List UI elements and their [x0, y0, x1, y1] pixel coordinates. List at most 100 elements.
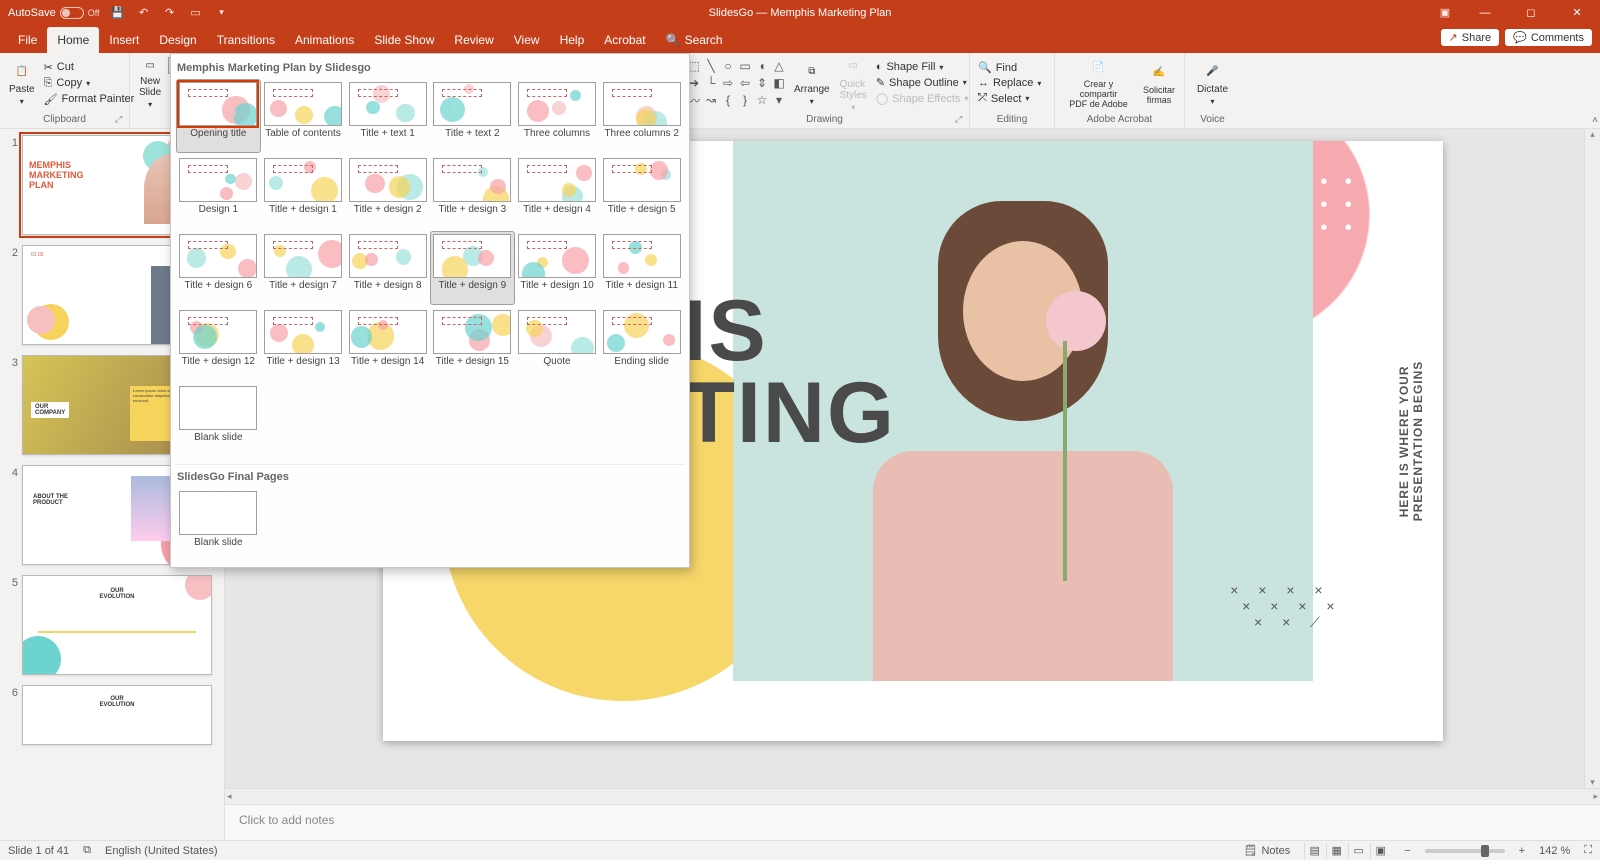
- paste-button[interactable]: 📋 Paste ▾: [6, 55, 38, 111]
- new-slide-button[interactable]: ▭ New Slide ▾: [136, 55, 164, 111]
- quick-styles-button[interactable]: ▭Quick Styles▾: [837, 53, 870, 114]
- zoom-out-button[interactable]: −: [1404, 845, 1410, 857]
- menu-design[interactable]: Design: [149, 27, 206, 53]
- close-button[interactable]: ✕: [1554, 0, 1600, 25]
- menu-home[interactable]: Home: [47, 27, 99, 53]
- zoom-slider[interactable]: [1425, 849, 1505, 853]
- shape-oval-icon[interactable]: ○: [720, 58, 736, 74]
- layout-option[interactable]: Title + design 13: [262, 308, 345, 380]
- shape-gallery[interactable]: ⬚ ╲ ○ ▭ ◖ △ ➔ └ ⇨ ⇦ ⇕ ◧ 〰 ↝ { } ☆ ▾: [686, 58, 787, 108]
- menu-help[interactable]: Help: [550, 27, 595, 53]
- zoom-level[interactable]: 142 %: [1539, 845, 1570, 857]
- menu-slideshow[interactable]: Slide Show: [364, 27, 444, 53]
- fit-to-window-button[interactable]: ⛶: [1584, 844, 1592, 857]
- shape-cube-icon[interactable]: ◧: [771, 75, 787, 91]
- menu-file[interactable]: File: [8, 27, 47, 53]
- layout-option[interactable]: Design 1: [177, 156, 260, 228]
- zoom-thumb[interactable]: [1481, 845, 1489, 857]
- comments-button[interactable]: 💬 Comments: [1505, 29, 1592, 46]
- notes-toggle-button[interactable]: 🗒Notes: [1244, 844, 1291, 857]
- language-indicator[interactable]: English (United States): [105, 845, 218, 857]
- layout-option[interactable]: Title + text 2: [431, 80, 514, 152]
- cut-button[interactable]: ✂Cut: [42, 60, 137, 75]
- layout-option[interactable]: Title + design 3: [431, 156, 514, 228]
- display-options-icon[interactable]: ▣: [1428, 5, 1462, 21]
- save-icon[interactable]: 💾: [110, 5, 126, 21]
- normal-view-button[interactable]: ▤: [1304, 843, 1324, 859]
- autosave-toggle[interactable]: AutoSave Off: [8, 7, 100, 19]
- redo-icon[interactable]: ↷: [162, 5, 178, 21]
- copy-button[interactable]: ⎘Copy▾: [42, 76, 137, 91]
- share-button[interactable]: ↗ Share: [1441, 29, 1500, 46]
- shape-elbow-icon[interactable]: └: [703, 75, 719, 91]
- find-button[interactable]: 🔍Find: [976, 60, 1048, 75]
- layout-option[interactable]: Title + design 8: [346, 232, 429, 304]
- minimize-button[interactable]: —: [1462, 0, 1508, 25]
- layout-option[interactable]: Title + design 10: [516, 232, 599, 304]
- shape-fill-button[interactable]: ◐Shape Fill ▾: [874, 60, 971, 74]
- layout-option[interactable]: Table of contents: [262, 80, 345, 152]
- adobe-sign-button[interactable]: ✍Solicitar firmas: [1140, 55, 1178, 111]
- sorter-view-button[interactable]: ▦: [1326, 843, 1346, 859]
- layout-option[interactable]: Title + design 5: [600, 156, 683, 228]
- shape-brace-icon[interactable]: {: [720, 92, 736, 108]
- layout-option[interactable]: Title + design 2: [346, 156, 429, 228]
- layout-option[interactable]: Title + design 11: [600, 232, 683, 304]
- collapse-ribbon-button[interactable]: ˄: [1592, 115, 1598, 126]
- menu-animations[interactable]: Animations: [285, 27, 364, 53]
- dictate-button[interactable]: 🎤Dictate▾: [1191, 55, 1234, 111]
- shape-outline-button[interactable]: ✎Shape Outline ▾: [874, 75, 971, 90]
- maximize-button[interactable]: ◻: [1508, 0, 1554, 25]
- shape-leftarrow-icon[interactable]: ⇦: [737, 75, 753, 91]
- layout-option[interactable]: Three columns 2: [600, 80, 683, 152]
- select-button[interactable]: ⤱Select ▾: [976, 91, 1048, 106]
- layout-option[interactable]: Title + design 12: [177, 308, 260, 380]
- layout-option[interactable]: Title + design 4: [516, 156, 599, 228]
- scroll-right-icon[interactable]: ▸: [1593, 791, 1598, 802]
- shape-star-icon[interactable]: ☆: [754, 92, 770, 108]
- layout-option[interactable]: Quote: [516, 308, 599, 380]
- layout-option[interactable]: Title + design 7: [262, 232, 345, 304]
- clipboard-dialog-launcher[interactable]: ⤢: [115, 114, 127, 126]
- layout-option[interactable]: Title + text 1: [346, 80, 429, 152]
- shape-rect-icon[interactable]: ▭: [737, 58, 753, 74]
- layout-option[interactable]: Ending slide: [600, 308, 683, 380]
- layout-option[interactable]: Title + design 9: [431, 232, 514, 304]
- layout-option[interactable]: Title + design 1: [262, 156, 345, 228]
- horizontal-scrollbar[interactable]: ◂ ▸: [225, 788, 1600, 804]
- menu-transitions[interactable]: Transitions: [207, 27, 285, 53]
- slideshow-view-button[interactable]: ▣: [1370, 843, 1390, 859]
- layout-option[interactable]: Three columns: [516, 80, 599, 152]
- menu-insert[interactable]: Insert: [99, 27, 149, 53]
- menu-acrobat[interactable]: Acrobat: [594, 27, 655, 53]
- shape-freeform-icon[interactable]: ↝: [703, 92, 719, 108]
- layout-option[interactable]: Blank slide: [177, 384, 260, 456]
- autosave-switch[interactable]: [60, 7, 84, 19]
- zoom-in-button[interactable]: +: [1519, 845, 1525, 857]
- from-beginning-icon[interactable]: ▭: [188, 5, 204, 21]
- shape-more-icon[interactable]: ▾: [771, 92, 787, 108]
- vertical-scrollbar[interactable]: ▴ ▾: [1584, 129, 1600, 804]
- scroll-down-icon[interactable]: ▾: [1585, 777, 1600, 788]
- layout-option[interactable]: Blank slide: [177, 489, 260, 561]
- qat-customize-icon[interactable]: ▾: [214, 5, 230, 21]
- shape-roundrect-icon[interactable]: ◖: [754, 58, 770, 74]
- thumbnail-slide-5[interactable]: OUR EVOLUTION: [22, 575, 212, 675]
- menu-review[interactable]: Review: [444, 27, 503, 53]
- scroll-left-icon[interactable]: ◂: [227, 791, 232, 802]
- menu-view[interactable]: View: [504, 27, 550, 53]
- layout-option[interactable]: Title + design 15: [431, 308, 514, 380]
- arrange-button[interactable]: ⧉Arrange▾: [791, 58, 833, 108]
- replace-button[interactable]: ↔Replace ▾: [976, 76, 1048, 90]
- reading-view-button[interactable]: ▭: [1348, 843, 1368, 859]
- notes-area[interactable]: Click to add notes: [225, 804, 1600, 840]
- shape-brace2-icon[interactable]: }: [737, 92, 753, 108]
- menu-search[interactable]: 🔍 Search: [656, 27, 733, 53]
- adobe-share-pdf-button[interactable]: 📄Crear y compartir PDF de Adobe: [1061, 55, 1136, 111]
- format-painter-button[interactable]: 🖌Format Painter: [42, 92, 137, 107]
- thumbnail-slide-6[interactable]: OUR EVOLUTION: [22, 685, 212, 745]
- shape-line-icon[interactable]: ╲: [703, 58, 719, 74]
- shape-effects-button[interactable]: ◯Shape Effects ▾: [874, 91, 971, 106]
- layout-gallery[interactable]: Memphis Marketing Plan by Slidesgo Openi…: [170, 53, 690, 568]
- scroll-up-icon[interactable]: ▴: [1585, 129, 1600, 140]
